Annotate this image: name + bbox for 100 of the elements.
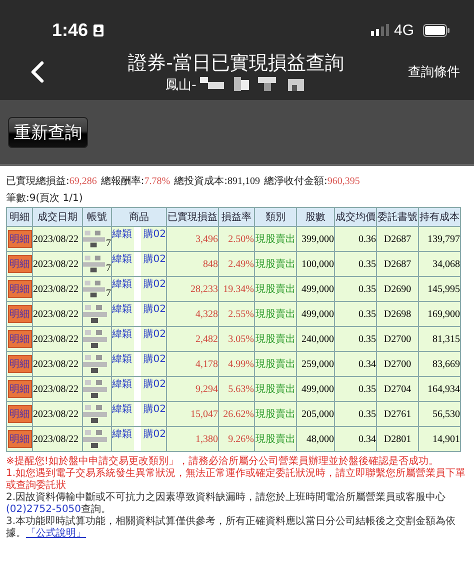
- product-link[interactable]: 購02: [143, 277, 166, 291]
- table-cell: 399,000: [296, 226, 334, 252]
- product-link[interactable]: 緯穎: [112, 227, 132, 241]
- table-cell: 56,530: [418, 402, 460, 426]
- product-link[interactable]: 購02: [143, 402, 166, 416]
- table-cell: 2.55%: [218, 302, 254, 326]
- table-cell: 4,178: [166, 352, 218, 376]
- table-cell: 28,233: [166, 276, 218, 302]
- table-cell: 5.63%: [218, 376, 254, 402]
- page-title: 證券-當日已實現損益查詢: [128, 51, 344, 76]
- table-cell: 164,934: [418, 376, 460, 402]
- table-cell: 499,000: [296, 276, 334, 302]
- table-cell: 259,000: [296, 352, 334, 376]
- table-cell: 2023/08/22: [32, 252, 82, 276]
- column-header: 成交日期: [32, 208, 82, 226]
- product-link[interactable]: 緯穎: [112, 277, 132, 291]
- column-header: 損益率: [218, 208, 254, 226]
- table-cell: 9,294: [166, 376, 218, 402]
- requery-button[interactable]: 重新查詢: [8, 116, 88, 148]
- table-cell: 499,000: [296, 302, 334, 326]
- table-cell: 2023/08/22: [32, 402, 82, 426]
- table-cell: 139,797: [418, 226, 460, 252]
- table-cell: D2690: [376, 276, 418, 302]
- table-cell: 205,000: [296, 402, 334, 426]
- product-link[interactable]: 緯穎: [112, 427, 132, 441]
- network-label: 4G: [394, 22, 414, 38]
- product-link[interactable]: 緯穎: [112, 402, 132, 416]
- table-cell: 2023/08/22: [32, 302, 82, 326]
- table-cell: D2700: [376, 352, 418, 376]
- table-cell: 3.05%: [218, 326, 254, 352]
- account-fragment: 7: [106, 238, 111, 249]
- formula-link[interactable]: 「公式說明」: [26, 528, 86, 539]
- status-time: 1:46: [52, 20, 88, 40]
- branch-subtitle: 鳳山-: [166, 77, 196, 94]
- table-cell: 現股賣出: [254, 276, 296, 302]
- table-cell: 1,380: [166, 426, 218, 452]
- table-cell: 現股賣出: [254, 402, 296, 426]
- table-cell: 100,000: [296, 252, 334, 276]
- product-link[interactable]: 購02: [143, 352, 166, 366]
- product-link[interactable]: 緯穎: [112, 302, 132, 316]
- id-card-icon: [93, 24, 104, 36]
- table-cell: 現股賣出: [254, 326, 296, 352]
- column-header: 成交均價: [334, 208, 376, 226]
- table-cell: 2023/08/22: [32, 226, 82, 252]
- table-cell: 34,068: [418, 252, 460, 276]
- table-cell: 現股賣出: [254, 302, 296, 326]
- table-cell: 9.26%: [218, 426, 254, 452]
- product-link[interactable]: 購02: [143, 427, 166, 441]
- table-cell: 0.35: [334, 302, 376, 326]
- table-cell: 2.50%: [218, 226, 254, 252]
- table-cell: D2687: [376, 252, 418, 276]
- product-link[interactable]: 購02: [143, 252, 166, 266]
- product-link[interactable]: 購02: [143, 377, 166, 391]
- table-cell: 現股賣出: [254, 426, 296, 452]
- notice-text: 2.因故資料傳輸中斷或不可抗力之因素導致資料缺漏時，請您於上班時間電洽所屬營業員或客服中心 (02)2752-5050查詢。: [6, 492, 447, 516]
- table-cell: 499,000: [296, 376, 334, 402]
- table-cell: 0.35: [334, 376, 376, 402]
- table-cell: D2761: [376, 402, 418, 426]
- table-cell: 2023/08/22: [32, 326, 82, 352]
- product-link[interactable]: 緯穎: [112, 352, 132, 366]
- summary-value: 960,395: [327, 176, 360, 187]
- product-link[interactable]: 緯穎: [112, 377, 132, 391]
- summary-label: 總投資成本:: [174, 174, 228, 188]
- query-conditions-link[interactable]: 查詢條件: [408, 63, 460, 81]
- column-header: 帳號: [82, 208, 112, 226]
- summary-value: 891,109: [227, 176, 260, 187]
- table-cell: 169,900: [418, 302, 460, 326]
- table-cell: D2704: [376, 376, 418, 402]
- signal-icon: [370, 24, 389, 36]
- table-cell: 2,482: [166, 326, 218, 352]
- summary-label: 總報酬率:: [100, 174, 144, 188]
- product-link[interactable]: 購02: [143, 227, 166, 241]
- table-cell: 0.34: [334, 426, 376, 452]
- product-link[interactable]: 購02: [143, 302, 166, 316]
- table-cell: D2801: [376, 426, 418, 452]
- table-cell: 15,047: [166, 402, 218, 426]
- product-link[interactable]: 購02: [143, 327, 166, 341]
- column-header: 商品: [112, 208, 166, 226]
- table-cell: 48,000: [296, 426, 334, 452]
- table-cell: 145,995: [418, 276, 460, 302]
- column-header: 已實現損益: [166, 208, 218, 226]
- summary-label: 已實現總損益:: [6, 174, 70, 188]
- column-header: 持有成本: [418, 208, 460, 226]
- table-cell: 4.99%: [218, 352, 254, 376]
- table-cell: D2698: [376, 302, 418, 326]
- product-link[interactable]: 緯穎: [112, 327, 132, 341]
- column-header: 明細: [6, 208, 32, 226]
- account-fragment: 7: [106, 263, 111, 274]
- table-cell: D2687: [376, 226, 418, 252]
- table-cell: 2023/08/22: [32, 352, 82, 376]
- table-cell: 14,901: [418, 426, 460, 452]
- table-cell: 848: [166, 252, 218, 276]
- account-fragment: 7: [106, 288, 111, 299]
- table-cell: 4,328: [166, 302, 218, 326]
- back-icon[interactable]: [30, 61, 44, 83]
- table-cell: 2023/08/22: [32, 276, 82, 302]
- notice-text: ※提醒您!如於盤中申請交易更改類別」，請務必洽所屬分公司營業員辦理並於盤後確認是否成功。: [6, 456, 440, 468]
- table-cell: D2700: [376, 326, 418, 352]
- table-cell: 現股賣出: [254, 252, 296, 276]
- product-link[interactable]: 緯穎: [112, 252, 132, 266]
